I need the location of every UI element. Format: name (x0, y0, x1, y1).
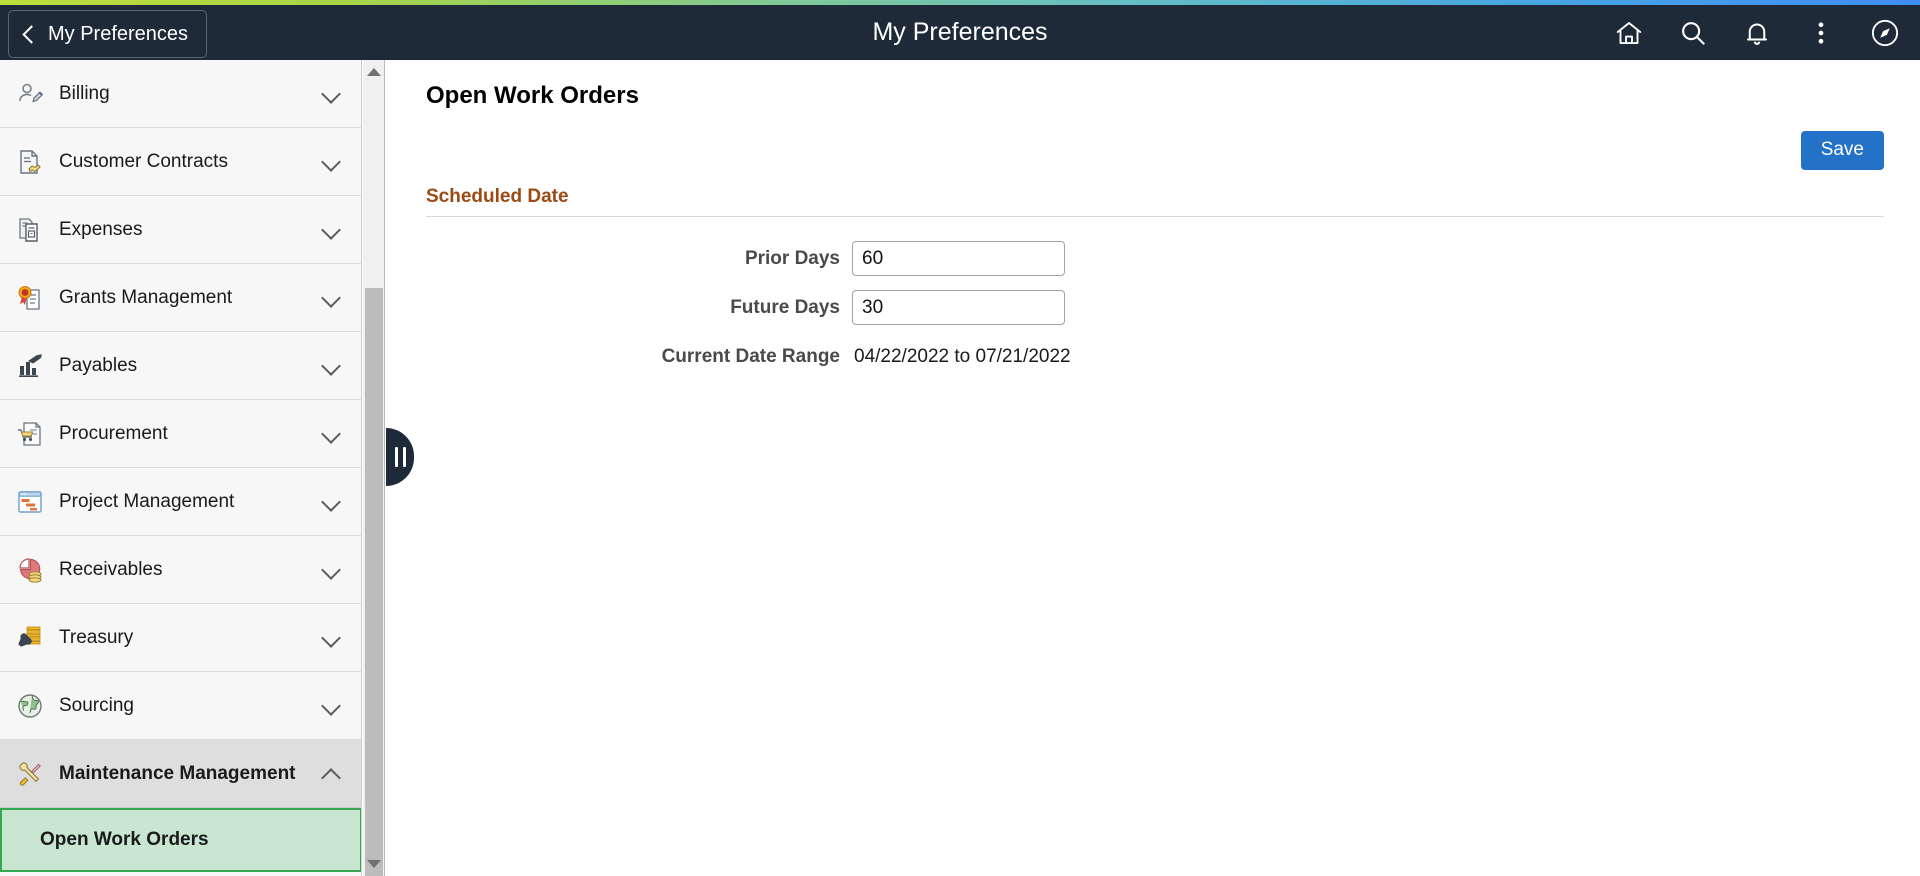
sourcing-icon (14, 690, 46, 722)
handle-bar-left (394, 447, 398, 467)
notifications-bell-icon[interactable] (1740, 16, 1774, 50)
current-date-range-value: 04/22/2022 to 07/21/2022 (854, 345, 1071, 367)
chevron-down-icon[interactable] (322, 152, 342, 172)
chevron-down-icon[interactable] (322, 84, 342, 104)
prior-days-input[interactable] (852, 241, 1065, 276)
sidebar-subitem-open-work-orders[interactable]: Open Work Orders (0, 808, 361, 872)
future-days-label: Future Days (730, 296, 840, 318)
maintenance-management-icon (14, 758, 46, 790)
chevron-down-icon[interactable] (322, 356, 342, 376)
chevron-down-icon[interactable] (322, 560, 342, 580)
future-days-input[interactable] (852, 290, 1065, 325)
chevron-up-icon[interactable] (322, 764, 342, 784)
page-title: Open Work Orders (426, 82, 639, 109)
sidebar-item-project-management[interactable]: Project Management (0, 468, 361, 536)
sidebar-item-procurement[interactable]: Procurement (0, 400, 361, 468)
section-heading-scheduled-date: Scheduled Date (426, 186, 569, 207)
billing-icon (14, 78, 46, 110)
chevron-down-icon[interactable] (322, 492, 342, 512)
sidebar-item-label: Sourcing (59, 694, 134, 716)
navbar-compass-icon[interactable] (1868, 16, 1902, 50)
sidebar-item-receivables[interactable]: Receivables (0, 536, 361, 604)
sidebar-item-label: Payables (59, 354, 138, 376)
expenses-icon (14, 214, 46, 246)
customer-contracts-icon (14, 146, 46, 178)
app-root: My Preferences My Preferences Billing Cu… (0, 0, 1920, 876)
sidebar-item-label: Procurement (59, 422, 168, 444)
form-row-future-days: Future Days (426, 284, 1884, 331)
actions-kebab-icon[interactable] (1804, 16, 1838, 50)
section-divider (426, 216, 1884, 217)
header-icon-group (1612, 5, 1902, 60)
sidebar-item-customer-contracts[interactable]: Customer Contracts (0, 128, 361, 196)
brand-gradient-strip (0, 0, 1920, 5)
sidebar-item-label: Treasury (59, 626, 134, 648)
back-button-label: My Preferences (48, 22, 189, 45)
search-icon[interactable] (1676, 16, 1710, 50)
sidebar-item-treasury[interactable]: Treasury (0, 604, 361, 672)
sidebar-item-label: Billing (59, 82, 110, 104)
back-button[interactable]: My Preferences (8, 10, 208, 58)
chevron-down-icon[interactable] (322, 696, 342, 716)
scrollbar-thumb[interactable] (365, 288, 383, 876)
sidebar-item-label: Project Management (59, 490, 235, 512)
current-date-range-label: Current Date Range (661, 345, 840, 367)
chevron-down-icon[interactable] (322, 288, 342, 308)
chevron-down-icon[interactable] (322, 424, 342, 444)
prior-days-label: Prior Days (744, 247, 840, 269)
sidebar-item-sourcing[interactable]: Sourcing (0, 672, 361, 740)
handle-bar-right (402, 447, 406, 467)
treasury-icon (14, 622, 46, 654)
sidebar-item-label: Grants Management (59, 286, 233, 308)
chevron-down-icon[interactable] (322, 220, 342, 240)
project-management-icon (14, 486, 46, 518)
main-content: Open Work Orders Save Scheduled Date Pri… (386, 60, 1920, 876)
sidebar-item-payables[interactable]: Payables (0, 332, 361, 400)
sidebar-item-maintenance-management[interactable]: Maintenance Management (0, 740, 361, 808)
receivables-icon (14, 554, 46, 586)
sidebar-item-label: Receivables (59, 558, 163, 580)
app-header: My Preferences My Preferences (0, 5, 1920, 60)
save-button[interactable]: Save (1800, 130, 1884, 170)
form-row-current-date-range: Current Date Range 04/22/2022 to 07/21/2… (426, 333, 1884, 380)
scheduled-date-form: Prior Days Future Days Current Date Rang… (426, 235, 1884, 380)
sidebar-item-expenses[interactable]: Expenses (0, 196, 361, 264)
payables-icon (14, 350, 46, 382)
scroll-down-arrow-icon[interactable] (363, 854, 385, 874)
chevron-down-icon[interactable] (322, 628, 342, 648)
action-bar: Save (426, 124, 1884, 176)
sidebar-item-billing[interactable]: Billing (0, 60, 361, 128)
home-icon[interactable] (1612, 16, 1646, 50)
chevron-left-icon (22, 24, 41, 44)
grants-management-icon (14, 282, 46, 314)
sidebar-subitem-label: Open Work Orders (40, 829, 209, 850)
scroll-up-arrow-icon[interactable] (363, 62, 385, 82)
procurement-icon (14, 418, 46, 450)
sidebar-item-label: Maintenance Management (59, 762, 296, 784)
sidebar-scrollbar[interactable] (363, 60, 385, 876)
sidebar-item-grants-management[interactable]: Grants Management (0, 264, 361, 332)
sidebar-nav-list: Billing Customer Contracts Expenses Gran… (0, 60, 361, 872)
form-row-prior-days: Prior Days (426, 235, 1884, 282)
sidebar-item-label: Customer Contracts (59, 150, 228, 172)
navigation-sidebar[interactable]: Billing Customer Contracts Expenses Gran… (0, 60, 362, 876)
sidebar-item-label: Expenses (59, 218, 143, 240)
